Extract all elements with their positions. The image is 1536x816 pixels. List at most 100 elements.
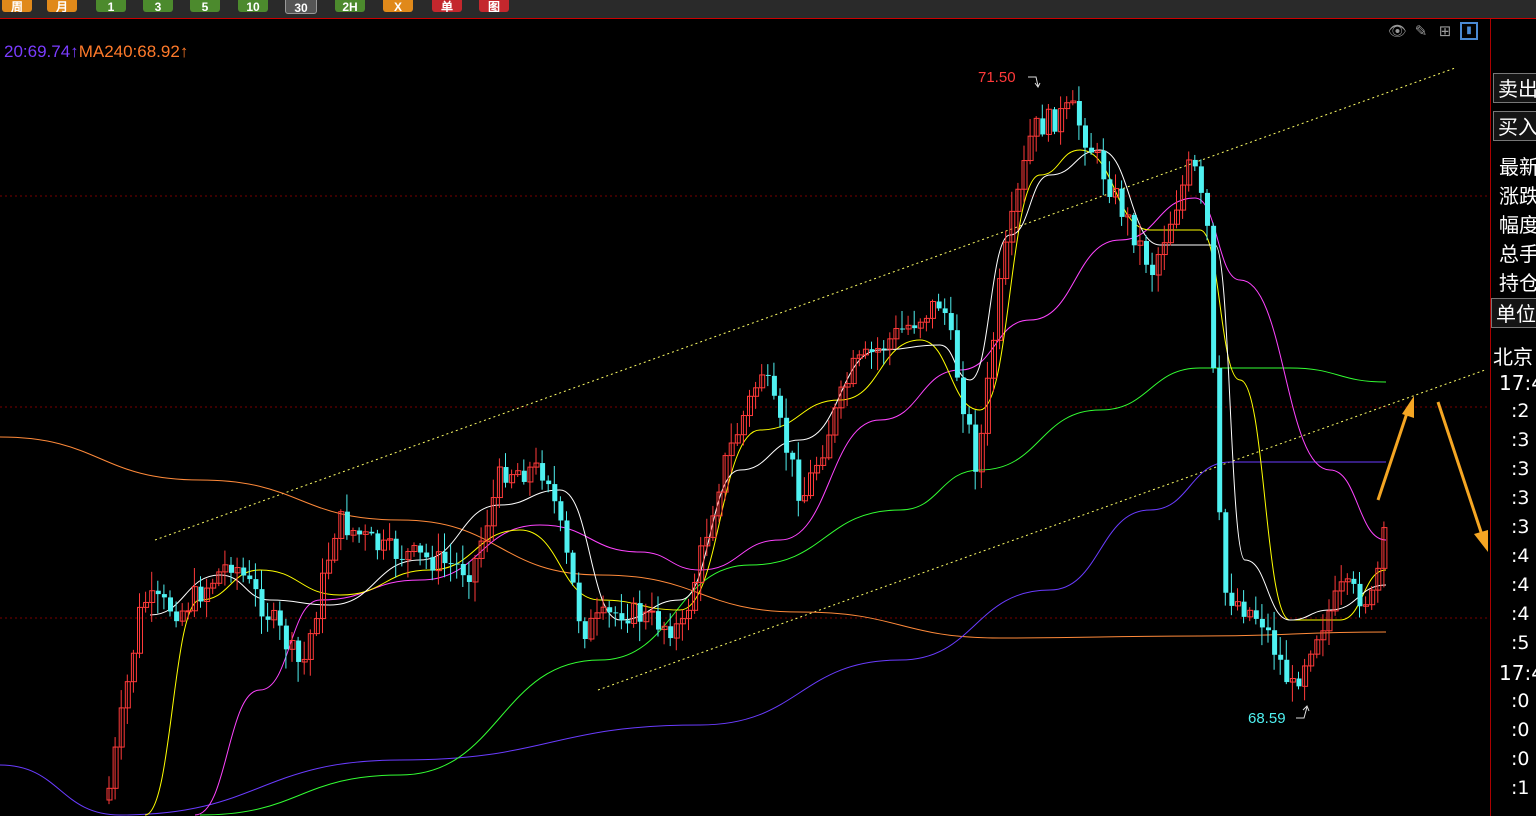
candle-body [1296, 678, 1302, 687]
candle-body [174, 611, 180, 622]
candle-body [900, 328, 905, 330]
candle-body [1351, 578, 1357, 584]
tick-row: :3 [1511, 458, 1530, 480]
candle-body [1217, 367, 1223, 513]
candle-body [344, 511, 350, 536]
candle-body [442, 551, 448, 564]
candle-body [448, 563, 454, 565]
candle-body [466, 575, 472, 582]
candle-body [1144, 240, 1149, 265]
candle-body [765, 374, 771, 376]
period-button-10[interactable]: 图 [479, 0, 509, 12]
candle-body [656, 611, 661, 630]
ma240-value: MA240:68.92↑ [78, 42, 189, 61]
candle-body [869, 349, 875, 353]
candle-body [247, 575, 253, 580]
candle-body [784, 417, 790, 453]
candle-body [546, 480, 552, 485]
candle-body [399, 558, 405, 560]
ma10-line [144, 149, 1387, 816]
candle-body [1241, 601, 1247, 617]
candle-body [967, 414, 973, 425]
tick-row: :4 [1511, 574, 1530, 596]
eye-icon[interactable]: 👁 [1388, 22, 1407, 40]
period-button-3[interactable]: 3 [143, 0, 173, 12]
sell-button[interactable]: 卖出 [1493, 73, 1536, 103]
channel-upper-line [154, 67, 1456, 541]
tick-time-1: 17:4 [1499, 371, 1536, 395]
tick-row: :0 [1511, 748, 1530, 770]
candle-body [229, 564, 234, 573]
candle-body [369, 531, 375, 534]
grid-icon[interactable]: ⊞ [1436, 22, 1454, 40]
candle-body [265, 616, 271, 620]
candle-body [668, 626, 674, 639]
candle-body [1107, 179, 1113, 197]
candle-body [241, 567, 247, 576]
candle-body [1198, 166, 1204, 193]
candle-body [161, 594, 167, 598]
candle-body [881, 348, 887, 350]
candle-body [454, 563, 460, 565]
period-button-8[interactable]: X [383, 0, 413, 12]
candle-body [168, 597, 173, 612]
candle-body [613, 612, 619, 614]
ma60-line [199, 367, 1387, 816]
ma20-line [194, 197, 1387, 816]
candle-body [430, 557, 436, 571]
candle-body [1229, 592, 1235, 606]
candle-body [1052, 109, 1058, 132]
candle-body [1119, 188, 1125, 217]
tick-row: :1 [1511, 777, 1530, 799]
panel-icon[interactable]: ▮ [1460, 22, 1478, 40]
candle-body [973, 424, 979, 472]
forecast-arrows [1376, 396, 1488, 552]
price-gridlines [0, 195, 1488, 619]
tick-row: :0 [1511, 719, 1530, 741]
candle-body [576, 582, 582, 622]
period-button-2[interactable]: 1 [96, 0, 126, 12]
tick-row: :5 [1511, 632, 1530, 654]
candle-body [1150, 264, 1156, 276]
period-button-5[interactable]: 10 [238, 0, 268, 12]
period-button-0[interactable]: 周 [2, 0, 32, 12]
channel-lower-line [597, 369, 1486, 691]
candle-body [1272, 630, 1278, 655]
total-volume-label: 总手 [1499, 242, 1536, 266]
down-arrow-head [1474, 530, 1488, 552]
latest-label: 最新 [1499, 155, 1536, 179]
candle-body [1284, 659, 1290, 683]
candle-body [185, 610, 192, 613]
candle-body [558, 501, 564, 521]
period-button-6[interactable]: 30 [285, 0, 317, 14]
candle-body [1205, 192, 1210, 226]
candle-body [936, 301, 942, 309]
period-button-1[interactable]: 月 [47, 0, 77, 12]
candle-body [277, 610, 283, 626]
low-marker-arrow [1296, 705, 1310, 719]
candlestick-chart[interactable]: 71.50 68.59 [0, 19, 1490, 816]
pencil-icon[interactable]: ✎ [1412, 22, 1430, 40]
candle-body [582, 621, 588, 640]
down-arrow-shaft [1436, 401, 1484, 536]
candle-body [540, 463, 546, 481]
candle-body [375, 533, 381, 551]
up-arrow-shaft [1376, 409, 1410, 501]
unit-header: 单位 [1491, 298, 1536, 328]
candle-body [1278, 654, 1284, 660]
buy-button[interactable]: 买入 [1493, 111, 1536, 141]
period-button-9[interactable]: 单 [432, 0, 462, 12]
period-button-7[interactable]: 2H [335, 0, 365, 12]
candle-body [1223, 512, 1229, 593]
candle-body [942, 308, 948, 314]
candle-body [778, 395, 783, 418]
candle-body [1192, 159, 1198, 167]
candle-body [570, 552, 576, 583]
ma20-value: 20:69.74↑ [4, 42, 79, 61]
candle-body [393, 538, 399, 559]
candle-body [552, 484, 558, 502]
chart-tools: 👁 ✎ ⊞ ▮ [1388, 22, 1478, 40]
period-button-4[interactable]: 5 [190, 0, 220, 12]
candle-body [460, 563, 466, 576]
candle-body [564, 520, 570, 553]
